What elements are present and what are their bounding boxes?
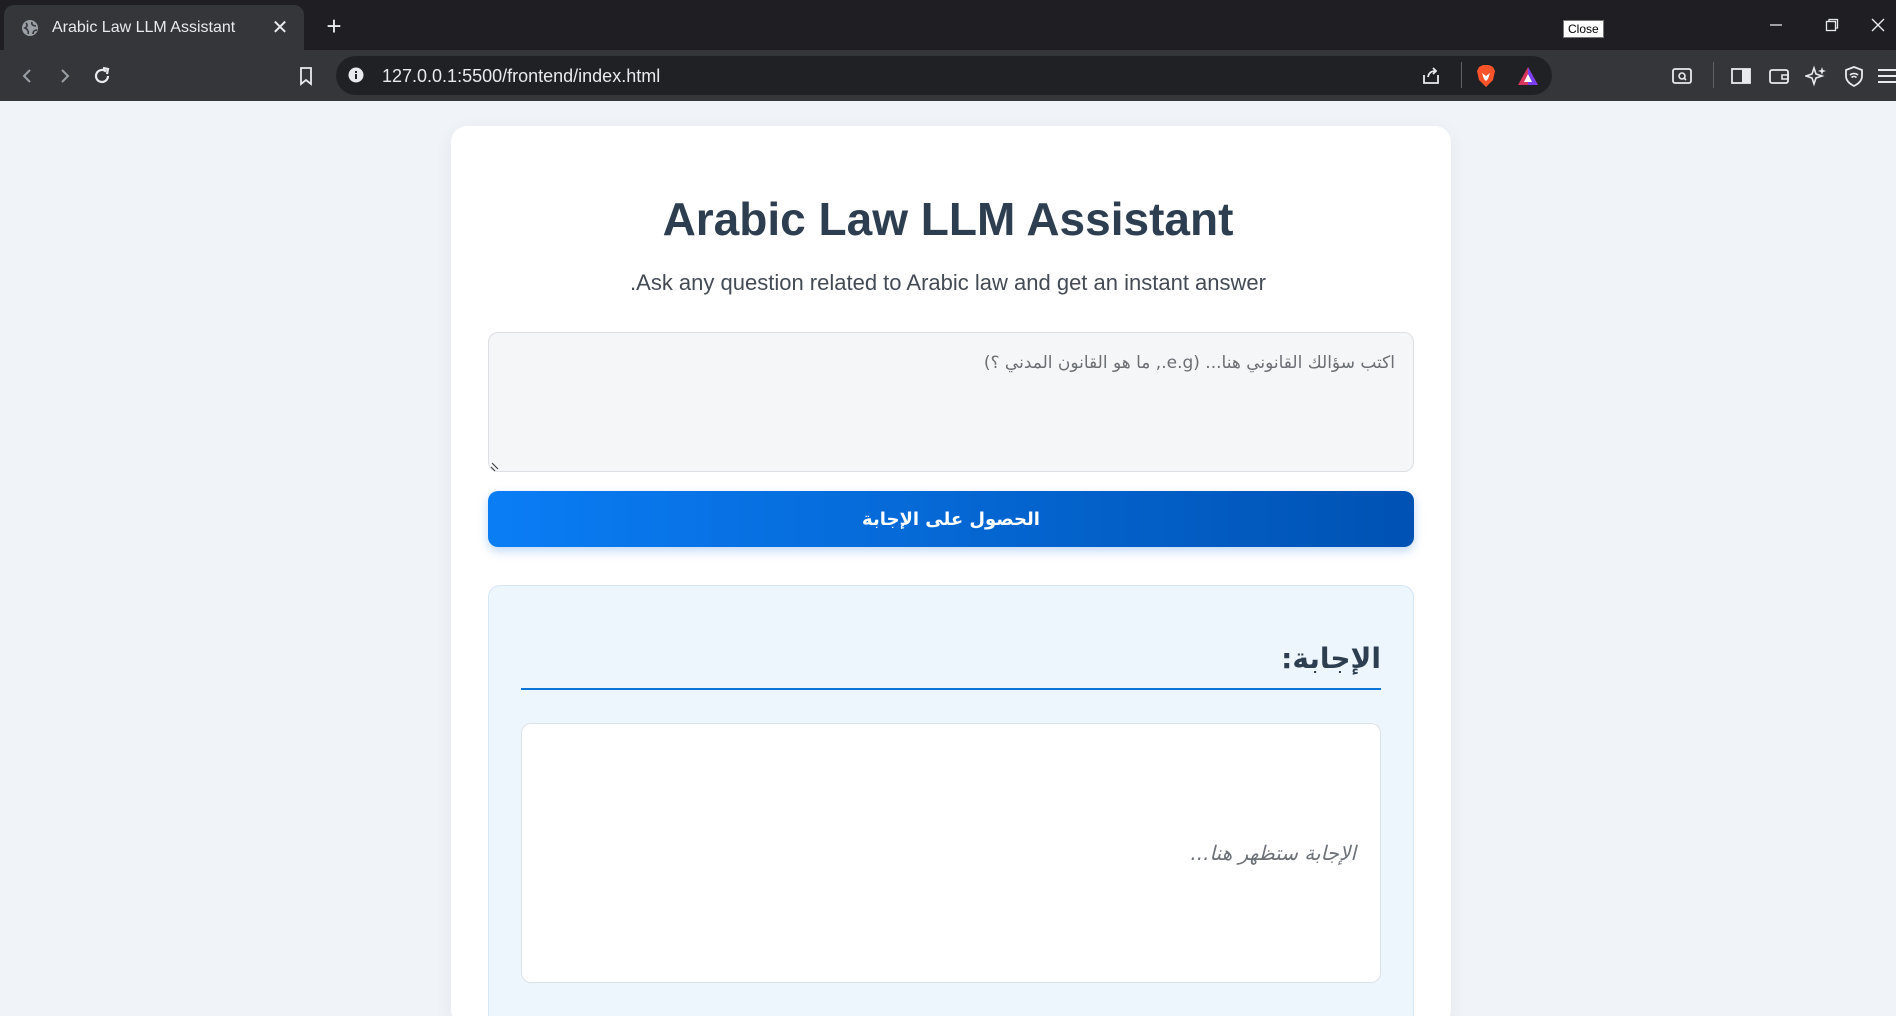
hamburger-menu-icon[interactable] bbox=[1874, 60, 1896, 92]
share-icon[interactable] bbox=[1418, 63, 1444, 89]
answer-heading: الإجابة: bbox=[1281, 642, 1381, 675]
answer-divider bbox=[521, 688, 1381, 690]
question-input[interactable] bbox=[488, 332, 1414, 472]
answer-section: الإجابة: الإجابة ستظهر هنا... bbox=[488, 585, 1414, 1016]
resize-handle-icon[interactable] bbox=[490, 459, 500, 472]
tab-title: Arabic Law LLM Assistant bbox=[52, 18, 236, 36]
sparkle-icon[interactable] bbox=[1800, 60, 1832, 92]
page-title: Arabic Law LLM Assistant bbox=[662, 193, 1234, 245]
browser-titlebar: Arabic Law LLM Assistant ✕ + Close bbox=[0, 0, 1896, 50]
browser-toolbar: 127.0.0.1:5500/frontend/index.html bbox=[0, 50, 1896, 101]
get-answer-button[interactable]: الحصول على الإجابة bbox=[488, 491, 1414, 547]
info-icon[interactable] bbox=[346, 65, 366, 85]
globe-icon bbox=[20, 18, 40, 38]
minimize-window-button[interactable] bbox=[1748, 0, 1804, 50]
close-tab-icon[interactable]: ✕ bbox=[268, 15, 292, 40]
vpn-shield-icon[interactable] bbox=[1838, 60, 1870, 92]
url-text[interactable]: 127.0.0.1:5500/frontend/index.html bbox=[382, 66, 660, 87]
answer-placeholder: الإجابة ستظهر هنا... bbox=[1190, 841, 1356, 865]
back-arrow-icon[interactable] bbox=[12, 60, 44, 92]
forward-arrow-icon[interactable] bbox=[48, 60, 80, 92]
page-subtitle: Ask any question related to Arabic law a… bbox=[630, 270, 1266, 295]
wallet-icon[interactable] bbox=[1763, 60, 1795, 92]
sidebar-icon[interactable] bbox=[1725, 60, 1757, 92]
browser-tab[interactable]: Arabic Law LLM Assistant ✕ bbox=[4, 5, 304, 50]
brave-lion-icon[interactable] bbox=[1473, 63, 1499, 89]
search-page-icon[interactable] bbox=[1666, 60, 1698, 92]
omnibox-separator bbox=[1461, 62, 1462, 88]
new-tab-button[interactable]: + bbox=[318, 10, 350, 42]
bookmark-icon[interactable] bbox=[290, 60, 322, 92]
restore-window-button[interactable] bbox=[1804, 0, 1860, 50]
reload-icon[interactable] bbox=[86, 60, 118, 92]
answer-output: الإجابة ستظهر هنا... bbox=[521, 723, 1381, 983]
brave-rewards-triangle-icon[interactable] bbox=[1515, 63, 1541, 89]
close-window-button[interactable] bbox=[1860, 0, 1896, 50]
address-bar[interactable]: 127.0.0.1:5500/frontend/index.html bbox=[336, 56, 1552, 95]
close-tooltip: Close bbox=[1563, 20, 1604, 38]
toolbar-separator bbox=[1713, 62, 1714, 88]
